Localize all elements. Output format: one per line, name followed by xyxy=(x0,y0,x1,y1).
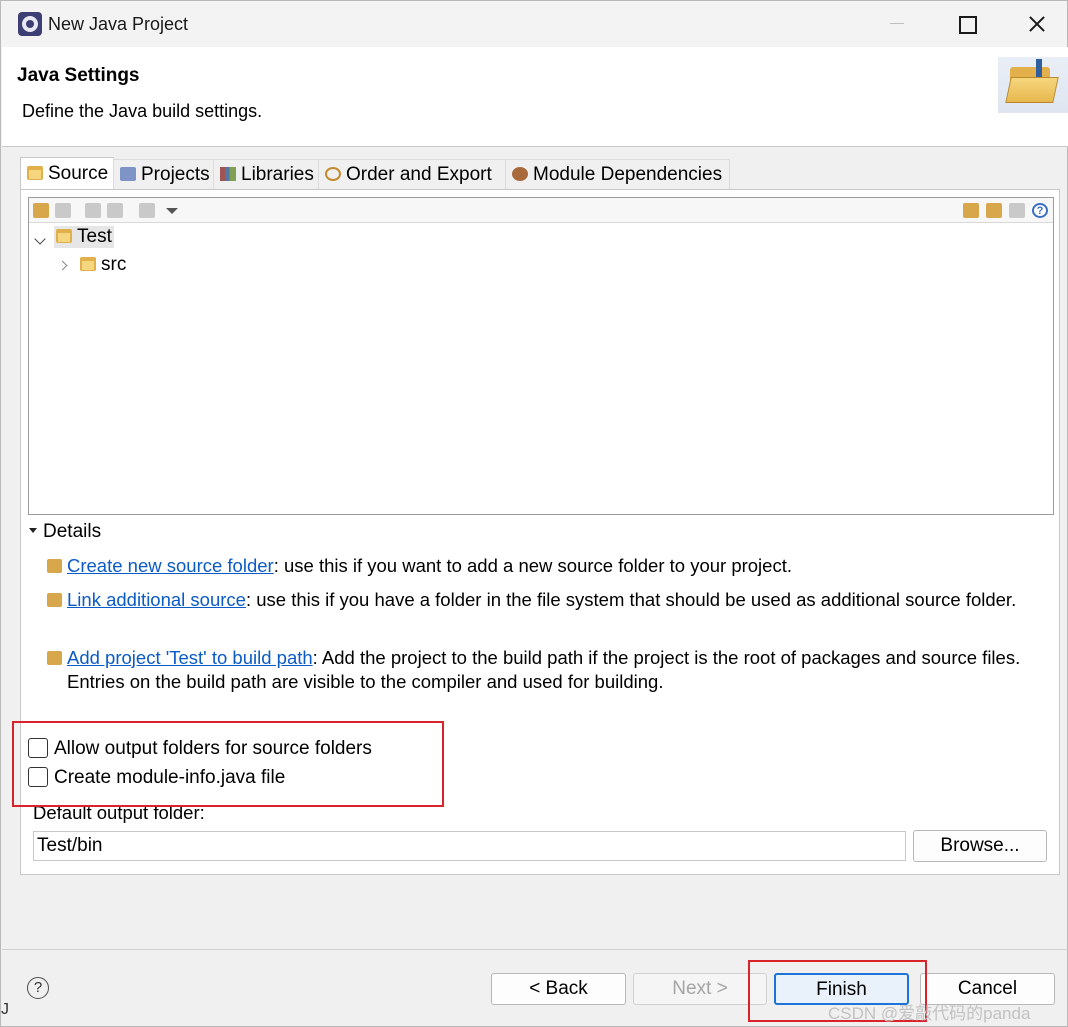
details-label: Details xyxy=(43,521,102,542)
tab-projects[interactable]: Projects xyxy=(114,159,214,189)
detail-text: : use this if you want to add a new sour… xyxy=(273,555,792,576)
checkbox-highlight-box xyxy=(12,721,444,807)
details-toggle[interactable]: Details xyxy=(29,521,101,543)
source-folder-icon xyxy=(27,166,43,180)
new-java-project-dialog: New Java Project Java Settings Define th… xyxy=(0,0,1068,1027)
page-title: Java Settings xyxy=(17,65,140,86)
new-source-folder-icon xyxy=(47,559,62,573)
detail-add-project: Add project 'Test' to build path: Add th… xyxy=(47,646,1027,694)
create-source-folder-link[interactable]: Create new source folder xyxy=(67,555,274,576)
tab-label: Order and Export xyxy=(346,164,492,185)
add-project-icon xyxy=(47,651,62,665)
output-folder-field[interactable]: Test/bin xyxy=(33,831,906,861)
detail-create-source: Create new source folder: use this if yo… xyxy=(47,554,1027,578)
tab-label: Module Dependencies xyxy=(533,164,723,185)
add-folder-icon[interactable] xyxy=(33,203,49,218)
title-bar: New Java Project xyxy=(1,1,1067,47)
collapse-chevron-icon[interactable] xyxy=(57,260,68,271)
package-folder-icon xyxy=(80,257,96,271)
add-filter-icon xyxy=(107,203,123,218)
project-folder-icon xyxy=(56,229,72,243)
module-icon xyxy=(512,167,528,181)
tree-item-src[interactable]: src xyxy=(80,254,126,276)
remove-icon[interactable] xyxy=(1009,203,1025,218)
java-folder-icon xyxy=(998,57,1068,113)
eclipse-icon xyxy=(18,12,42,36)
tab-module-dependencies[interactable]: Module Dependencies xyxy=(506,159,730,189)
edit-icon xyxy=(139,203,155,218)
window-title: New Java Project xyxy=(48,14,189,34)
link-source-icon xyxy=(47,593,62,607)
tab-libraries[interactable]: Libraries xyxy=(214,159,319,189)
tree-item-test[interactable]: Test xyxy=(54,226,114,248)
maximize-icon[interactable] xyxy=(944,9,988,39)
add-project-build-path-link[interactable]: Add project 'Test' to build path xyxy=(67,647,313,668)
triangle-down-icon xyxy=(29,528,37,533)
tab-order-and-export[interactable]: Order and Export xyxy=(319,159,506,189)
tab-source[interactable]: Source xyxy=(20,157,114,189)
filter-icon xyxy=(85,203,101,218)
page-description: Define the Java build settings. xyxy=(22,101,263,121)
detail-link-source: Link additional source: use this if you … xyxy=(47,588,1027,612)
tab-label: Source xyxy=(48,163,109,184)
help-button[interactable]: ? xyxy=(27,977,49,999)
watermark: CSDN @爱敲代码的panda xyxy=(828,1004,1031,1023)
tab-label: Libraries xyxy=(241,164,314,185)
close-icon[interactable] xyxy=(1015,9,1059,39)
source-tree[interactable]: ? Test src xyxy=(28,197,1054,515)
tab-label: Projects xyxy=(141,164,210,185)
tree-toolbar: ? xyxy=(29,198,1053,223)
order-export-icon xyxy=(325,167,341,181)
projects-icon xyxy=(120,167,136,181)
libraries-icon xyxy=(220,167,236,181)
link-additional-source-link[interactable]: Link additional source xyxy=(67,589,246,610)
new-folder-icon[interactable] xyxy=(986,203,1002,218)
footer-divider xyxy=(2,949,1068,950)
expand-chevron-icon[interactable] xyxy=(34,233,46,245)
minimize-icon[interactable] xyxy=(874,9,918,39)
add-source-icon[interactable] xyxy=(963,203,979,218)
next-button: Next > xyxy=(633,973,767,1005)
tree-item-label: Test xyxy=(77,226,112,247)
tree-item-label: src xyxy=(101,254,127,275)
detail-text: : use this if you have a folder in the f… xyxy=(245,589,1017,610)
chevron-down-icon[interactable] xyxy=(163,203,179,218)
wizard-header: Java Settings Define the Java build sett… xyxy=(2,47,1068,147)
back-button[interactable]: < Back xyxy=(491,973,626,1005)
link-folder-icon xyxy=(55,203,71,218)
help-icon[interactable]: ? xyxy=(1032,203,1048,218)
background-text: J xyxy=(1,1001,9,1018)
browse-button[interactable]: Browse... xyxy=(913,830,1047,862)
